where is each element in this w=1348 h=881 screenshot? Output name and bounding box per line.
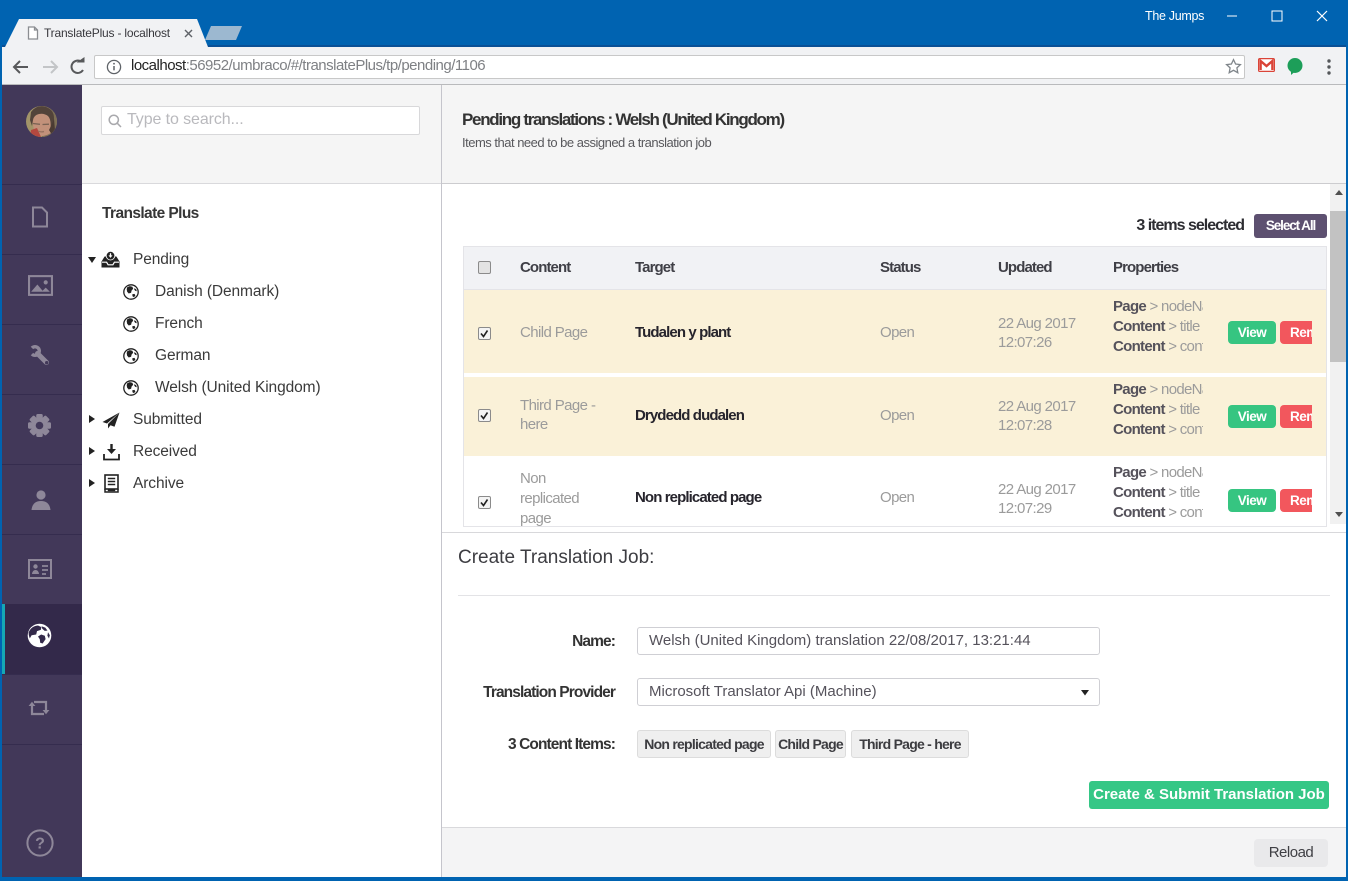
svg-text:?: ? xyxy=(35,836,45,853)
